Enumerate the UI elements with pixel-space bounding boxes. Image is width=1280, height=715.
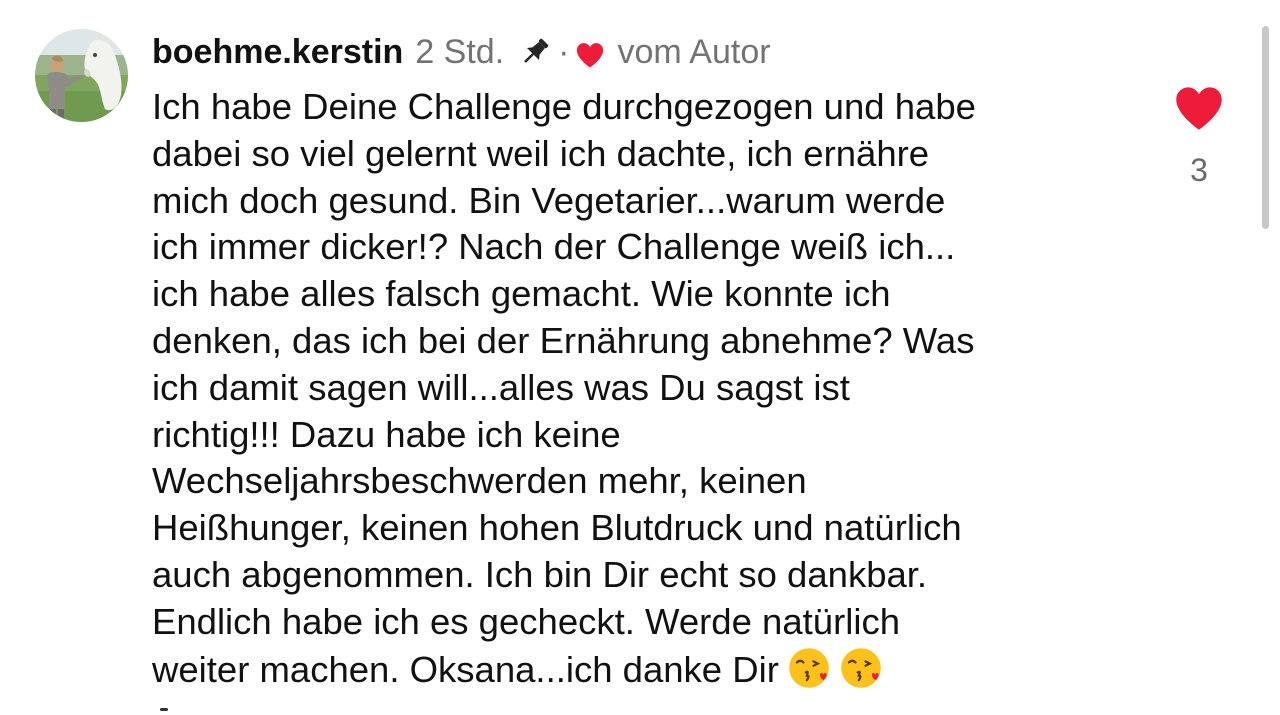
next-item-edge <box>160 708 168 711</box>
comment-line: ich damit sagen will...alles was Du sags… <box>152 366 850 408</box>
avatar-photo <box>35 29 128 122</box>
pin-icon <box>518 35 552 69</box>
kiss-emoji-icon <box>787 646 831 690</box>
comment-line: weiter machen. Oksana...ich danke Dir <box>152 648 779 690</box>
header-separator: · <box>558 33 570 71</box>
comment-line: denken, das ich bei der Ernährung abnehm… <box>152 319 975 361</box>
comment-line: Endlich habe ich es gecheckt. Werde natü… <box>152 600 901 642</box>
scrollbar[interactable] <box>1262 26 1269 229</box>
avatar[interactable] <box>35 29 128 122</box>
liked-by-author-label: vom Autor <box>617 33 771 71</box>
like-control: 3 <box>1170 84 1228 188</box>
comment-line: Wechseljahrsbeschwerden mehr, keinen <box>152 460 807 502</box>
comment-line: mich doch gesund. Bin Vegetarier...warum… <box>152 179 946 221</box>
comment-line: auch abgenommen. Ich bin Dir echt so dan… <box>152 553 928 595</box>
kiss-emoji-icon <box>839 646 883 690</box>
comment-header: boehme.kerstin 2 Std. · vom Autor <box>152 30 771 74</box>
comment: boehme.kerstin 2 Std. · vom Autor Ich ha… <box>0 0 1280 715</box>
comment-last-line: weiter machen. Oksana...ich danke Dir <box>152 646 1142 694</box>
like-heart-icon[interactable] <box>1173 84 1225 132</box>
like-count[interactable]: 3 <box>1190 152 1208 188</box>
comment-line: Heißhunger, keinen hohen Blutdruck und n… <box>152 507 962 549</box>
comment-line: ich habe alles falsch gemacht. Wie konnt… <box>152 273 891 315</box>
comment-line: Ich habe Deine Challenge durchgezogen un… <box>152 86 976 127</box>
comment-line: richtig!!! Dazu habe ich keine <box>152 413 621 455</box>
comment-line: ich immer dicker!? Nach der Challenge we… <box>152 226 956 268</box>
comment-line: dabei so viel gelernt weil ich dachte, i… <box>152 132 930 174</box>
comment-text: Ich habe Deine Challenge durchgezogen un… <box>152 84 1142 693</box>
username[interactable]: boehme.kerstin <box>152 30 403 74</box>
author-liked-heart-icon <box>575 37 605 68</box>
timestamp: 2 Std. <box>415 33 505 71</box>
